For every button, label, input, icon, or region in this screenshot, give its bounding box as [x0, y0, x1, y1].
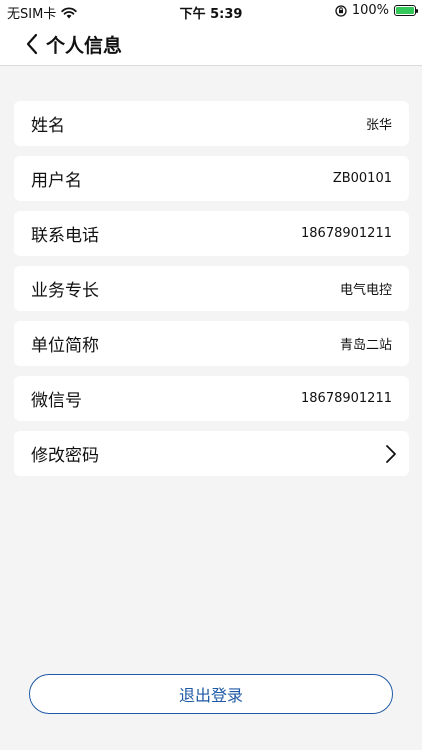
row-value: 青岛二站: [339, 338, 392, 353]
logout-button[interactable]: 退出登录: [29, 674, 393, 714]
profile-list: 姓名 张华 用户名 ZB00101 联系电话 18678901211 业务专长 …: [14, 101, 409, 486]
row-name: 姓名 张华: [14, 101, 409, 146]
row-label: 修改密码: [31, 446, 99, 466]
battery-charging-icon: [394, 5, 418, 16]
row-phone: 联系电话 18678901211: [14, 211, 409, 256]
page-title: 个人信息: [46, 35, 123, 57]
row-value: 电气电控: [339, 283, 392, 298]
row-unit: 单位简称 青岛二站: [14, 321, 409, 366]
battery-percent: 100%: [351, 3, 389, 18]
nav-bar: 个人信息: [0, 22, 422, 66]
status-right-group: 100%: [335, 3, 418, 18]
row-label: 姓名: [31, 116, 65, 136]
row-wechat: 微信号 18678901211: [14, 376, 409, 421]
row-label: 业务专长: [31, 281, 99, 301]
change-password-row[interactable]: 修改密码: [14, 431, 409, 476]
chevron-right-icon: [386, 444, 396, 463]
row-label: 微信号: [31, 391, 82, 411]
status-bar: 无SIM卡 下午 5:39 100%: [0, 0, 422, 22]
row-value: ZB00101: [332, 171, 392, 186]
row-label: 联系电话: [31, 226, 99, 246]
row-username: 用户名 ZB00101: [14, 156, 409, 201]
row-value: 张华: [365, 118, 392, 133]
row-label: 单位简称: [31, 336, 99, 356]
chevron-left-icon[interactable]: [22, 32, 44, 56]
row-value: 18678901211: [301, 226, 392, 241]
orientation-lock-icon: [335, 4, 347, 17]
row-specialty: 业务专长 电气电控: [14, 266, 409, 311]
row-label: 用户名: [31, 171, 82, 191]
row-value: 18678901211: [301, 391, 392, 406]
